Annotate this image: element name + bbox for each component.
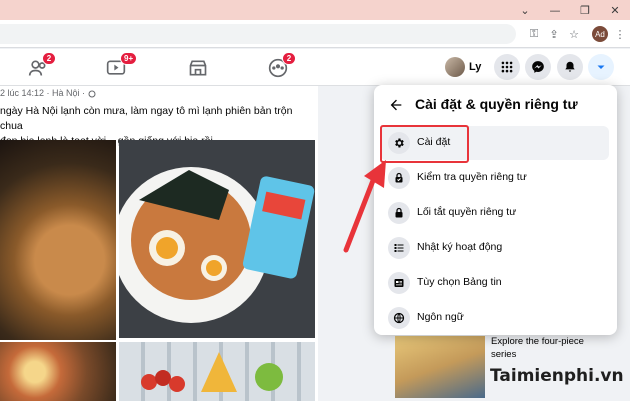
groups-badge: 2: [282, 52, 296, 65]
key-icon[interactable]: ⚿: [526, 26, 542, 42]
restore-icon[interactable]: ❐: [570, 0, 600, 20]
browser-titlebar: ⌄ — ❐ ✕: [0, 0, 630, 20]
tab-marketplace[interactable]: [168, 49, 228, 86]
menu-item-label: Kiểm tra quyền riêng tư: [417, 171, 527, 183]
menu-header: Cài đặt & quyền riêng tư: [374, 85, 617, 125]
arrow-left-icon: [390, 99, 402, 111]
menu-item-label: Nhật ký hoạt động: [417, 241, 503, 253]
highlight-box: [380, 125, 469, 163]
menu-grid-button[interactable]: [494, 54, 520, 80]
minimize-icon[interactable]: —: [540, 0, 570, 20]
bookmark-star-icon[interactable]: ☆: [566, 26, 582, 42]
tab-friends[interactable]: 2: [8, 49, 68, 86]
profile-name[interactable]: Ly: [469, 61, 481, 73]
address-bar-row: ⚿ ⇪ ☆ ⋮: [0, 20, 630, 48]
post-photo[interactable]: [119, 140, 315, 338]
browser-profile-avatar[interactable]: Ad: [592, 26, 608, 42]
lock-check-icon: [388, 167, 410, 189]
menu-item-privacy-shortcuts[interactable]: Lối tắt quyền riêng tư: [380, 196, 609, 230]
menu-item-activity-log[interactable]: Nhật ký hoạt động: [380, 231, 609, 265]
account-menu-button[interactable]: [588, 54, 614, 80]
sponsored-image[interactable]: [395, 336, 485, 398]
tab-groups[interactable]: 2: [248, 49, 308, 86]
chevron-down-icon[interactable]: ⌄: [510, 0, 540, 20]
post-photo[interactable]: [0, 342, 116, 401]
menu-item-label: Lối tắt quyền riêng tư: [417, 206, 517, 218]
messenger-button[interactable]: [525, 54, 551, 80]
menu-item-language[interactable]: Ngôn ngữ: [380, 301, 609, 335]
list-icon: [388, 237, 410, 259]
sponsored-line: series: [491, 349, 517, 360]
notifications-button[interactable]: [557, 54, 583, 80]
tab-watch[interactable]: 9+: [86, 49, 146, 86]
avatar[interactable]: [445, 57, 465, 77]
browser-menu-icon[interactable]: ⋮: [612, 26, 628, 42]
lock-icon: [388, 202, 410, 224]
watermark: Taimienphi.vn: [490, 366, 624, 386]
food-tray-image: [141, 352, 283, 392]
share-icon[interactable]: ⇪: [546, 26, 562, 42]
noodle-bowl-image: [119, 140, 315, 338]
address-bar[interactable]: [0, 24, 516, 44]
friends-badge: 2: [42, 52, 56, 65]
marketplace-icon: [189, 60, 207, 75]
menu-item-privacy-checkup[interactable]: Kiểm tra quyền riêng tư: [380, 161, 609, 195]
back-button[interactable]: [386, 95, 406, 115]
post-timestamp[interactable]: 2 lúc 14:12 · Hà Nội ·: [0, 88, 85, 98]
post-photo[interactable]: [119, 342, 315, 401]
grid-icon: [501, 61, 513, 73]
close-icon[interactable]: ✕: [600, 0, 630, 20]
annotation-arrow-icon: [343, 160, 386, 253]
menu-item-newsfeed-preferences[interactable]: Tùy chọn Bảng tin: [380, 266, 609, 300]
post-photo[interactable]: [0, 140, 116, 340]
post-text-line: ngày Hà Nội lạnh còn mưa, làm ngay tô mì…: [0, 105, 293, 132]
messenger-icon: [532, 61, 544, 73]
menu-title: Cài đặt & quyền riêng tư: [415, 96, 578, 112]
caret-down-icon: [597, 65, 605, 69]
settings-privacy-menu: Cài đặt & quyền riêng tư Cài đặt Kiểm tr…: [374, 85, 617, 335]
globe-icon: [88, 90, 96, 98]
watch-badge: 9+: [120, 52, 138, 65]
post-meta: 2 lúc 14:12 · Hà Nội ·: [0, 88, 96, 98]
sponsored-text[interactable]: Explore the four-piece series: [491, 335, 611, 361]
menu-item-label: Ngôn ngữ: [417, 311, 464, 323]
sponsored-line: Explore the four-piece: [491, 336, 584, 347]
menu-item-label: Tùy chọn Bảng tin: [417, 276, 502, 288]
globe-icon: [388, 307, 410, 329]
newsfeed-icon: [388, 272, 410, 294]
bell-icon: [565, 61, 575, 72]
